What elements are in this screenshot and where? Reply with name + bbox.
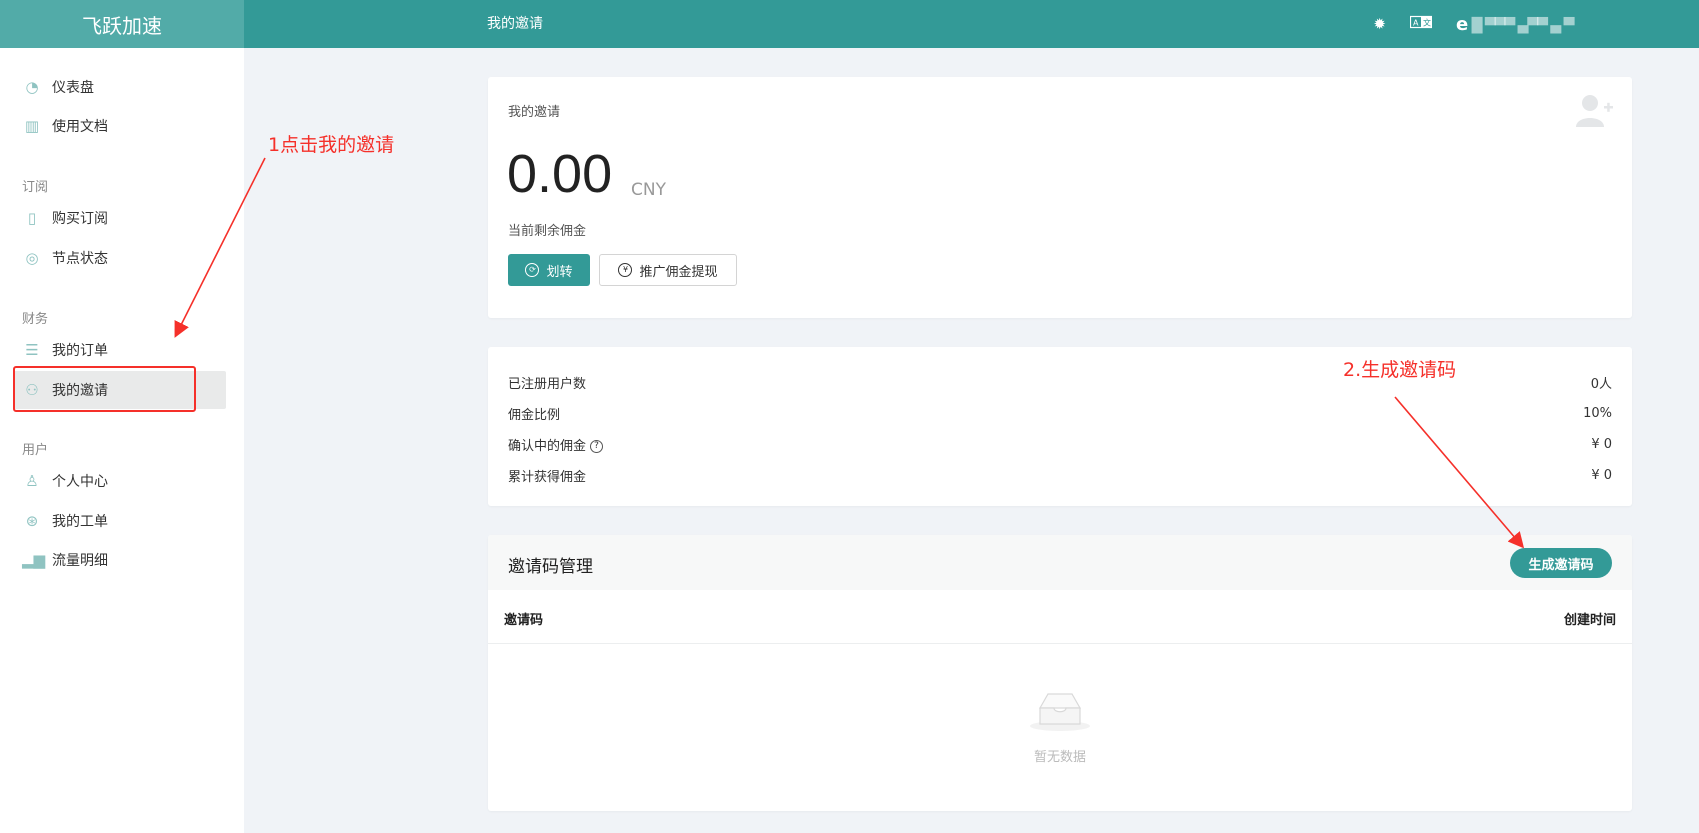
sidebar-item-orders[interactable]: ☰ 我的订单 <box>13 331 226 369</box>
sidebar-item-tickets[interactable]: ⊛ 我的工单 <box>13 502 226 540</box>
user-email: █ ▀▀▀ ▄▀▀ ▄ ▀ <box>1471 17 1575 34</box>
sidebar-item-label: 节点状态 <box>52 251 108 267</box>
transfer-button[interactable]: ⟳ 划转 <box>508 254 590 286</box>
empty-inbox-icon <box>1030 693 1090 731</box>
sidebar-item-label: 仪表盘 <box>52 80 94 96</box>
transfer-icon: ⟳ <box>525 263 540 277</box>
annotation-highlight-box <box>13 366 196 412</box>
generate-invite-code-button[interactable]: 生成邀请码 <box>1510 548 1612 578</box>
balance-caption: 当前剩余佣金 <box>508 224 587 239</box>
stat-row: 确认中的佣金? ¥ 0 <box>508 434 1612 454</box>
stat-label: 已注册用户数 <box>508 376 587 392</box>
book-icon: ▥ <box>24 117 40 135</box>
sidebar-item-buy-subscription[interactable]: ▯ 购买订阅 <box>13 199 226 237</box>
sidebar: ◔ 仪表盘 ▥ 使用文档 订阅 ▯ 购买订阅 ◎ 节点状态 财务 ☰ 我的订单 … <box>0 48 244 833</box>
sidebar-item-traffic[interactable]: ▂▆ 流量明细 <box>13 541 226 579</box>
stat-label: 佣金比例 <box>508 407 561 423</box>
svg-text:A: A <box>1413 19 1419 28</box>
nav-group-subscription: 订阅 <box>22 180 49 195</box>
stat-row: 累计获得佣金 ¥ 0 <box>508 465 1612 485</box>
annotation-step1: 1点击我的邀请 <box>268 134 395 156</box>
nav-group-user: 用户 <box>22 443 49 458</box>
invite-stats-card: 已注册用户数 0人 佣金比例 10% 确认中的佣金? ¥ 0 累计获得佣金 ¥ … <box>488 347 1632 506</box>
sidebar-item-label: 我的工单 <box>52 514 108 530</box>
top-bar: 飞跃加速 我的邀请 ✹ A文 e █ ▀▀▀ ▄▀▀ ▄ ▀ <box>0 0 1699 48</box>
commission-balance: 0.00 <box>507 144 613 204</box>
withdraw-button[interactable]: ¥ 推广佣金提现 <box>599 254 737 286</box>
lifebuoy-icon: ⊛ <box>25 512 39 530</box>
column-header-created: 创建时间 <box>1563 613 1616 628</box>
user-icon: ♙ <box>25 472 39 490</box>
stat-value: 10% <box>1583 405 1612 421</box>
svg-text:文: 文 <box>1423 18 1431 28</box>
column-header-code: 邀请码 <box>504 613 544 628</box>
sidebar-item-label: 个人中心 <box>52 474 108 490</box>
invite-code-card: 邀请码管理 生成邀请码 邀请码 创建时间 暂无数据 <box>488 535 1632 811</box>
sidebar-item-node-status[interactable]: ◎ 节点状态 <box>13 239 226 277</box>
list-icon: ☰ <box>25 341 39 359</box>
withdraw-button-label: 推广佣金提现 <box>639 264 718 280</box>
card-label: 我的邀请 <box>508 105 561 120</box>
yen-icon: ¥ <box>618 263 633 277</box>
currency-label: CNY <box>631 180 666 200</box>
stat-value: 0人 <box>1590 376 1612 392</box>
sidebar-item-label: 流量明细 <box>52 553 108 569</box>
dashboard-icon: ◔ <box>25 78 39 96</box>
translate-icon[interactable]: A文 <box>1409 15 1433 33</box>
sidebar-item-docs[interactable]: ▥ 使用文档 <box>13 107 226 145</box>
sun-icon[interactable]: ✹ <box>1373 15 1386 33</box>
user-initial: e <box>1456 13 1469 35</box>
bar-chart-icon: ▂▆ <box>22 551 46 569</box>
stat-value: ¥ 0 <box>1591 436 1612 452</box>
nav-group-finance: 财务 <box>22 312 49 327</box>
brand-logo[interactable]: 飞跃加速 <box>0 0 244 48</box>
check-circle-icon: ◎ <box>25 249 39 267</box>
invite-balance-card: 我的邀请 0.00 CNY 当前剩余佣金 ⟳ 划转 ¥ 推广佣金提现 <box>488 77 1632 318</box>
add-user-icon <box>1576 95 1613 127</box>
stat-row: 佣金比例 10% <box>508 403 1612 423</box>
card-header: 邀请码管理 生成邀请码 <box>488 535 1632 590</box>
stat-label: 确认中的佣金 <box>508 438 587 454</box>
empty-state-text: 暂无数据 <box>1033 750 1086 765</box>
sidebar-item-profile[interactable]: ♙ 个人中心 <box>13 462 226 500</box>
sidebar-item-dashboard[interactable]: ◔ 仪表盘 <box>13 68 226 106</box>
sidebar-item-label: 购买订阅 <box>52 211 108 227</box>
sidebar-item-label: 我的订单 <box>52 343 108 359</box>
stat-label: 累计获得佣金 <box>508 469 587 485</box>
invite-code-title: 邀请码管理 <box>508 557 593 577</box>
help-icon[interactable]: ? <box>590 439 604 453</box>
clipboard-icon: ▯ <box>27 209 37 227</box>
page-title: 我的邀请 <box>487 16 543 32</box>
sidebar-item-label: 使用文档 <box>52 119 108 135</box>
user-menu[interactable]: e █ ▀▀▀ ▄▀▀ ▄ ▀ <box>1456 14 1621 35</box>
stat-value: ¥ 0 <box>1591 467 1612 483</box>
table-header: 邀请码 创建时间 <box>488 590 1632 644</box>
annotation-step2: 2.生成邀请码 <box>1343 359 1457 381</box>
transfer-button-label: 划转 <box>546 264 573 280</box>
